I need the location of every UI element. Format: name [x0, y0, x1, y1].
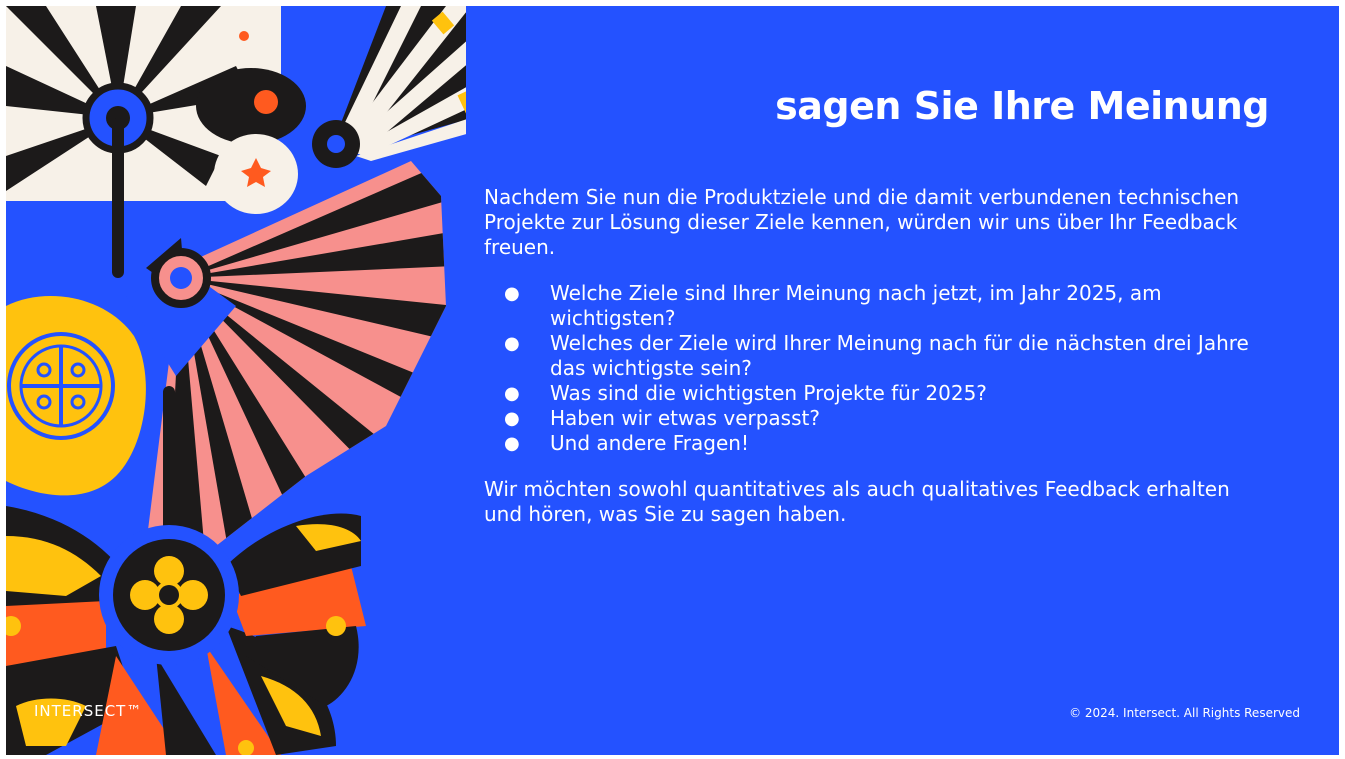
list-item: ● Haben wir etwas verpasst?	[484, 406, 1264, 431]
intro-paragraph: Nachdem Sie nun die Produktziele und die…	[484, 185, 1240, 259]
bullet-icon: ●	[504, 433, 520, 454]
medallion-icon	[6, 296, 146, 496]
question-list: ● Welche Ziele sind Ihrer Meinung nach je…	[484, 281, 1264, 456]
list-item-text: Haben wir etwas verpasst?	[550, 406, 820, 430]
pink-fan-icon	[126, 161, 446, 556]
slide: sagen Sie Ihre Meinung Nachdem Sie nun d…	[6, 6, 1339, 755]
decorative-fans-illustration	[6, 6, 466, 755]
bullet-icon: ●	[504, 333, 520, 354]
outro-paragraph: Wir möchten sowohl quantitatives als auc…	[484, 477, 1230, 526]
list-item-text: Welche Ziele sind Ihrer Meinung nach jet…	[550, 281, 1162, 330]
bullet-icon: ●	[504, 408, 520, 429]
list-item-text: Und andere Fragen!	[550, 431, 749, 455]
top-striped-fan-icon	[312, 6, 466, 168]
slide-body: Nachdem Sie nun die Produktziele und die…	[484, 185, 1264, 527]
bullet-icon: ●	[504, 383, 520, 404]
intersect-logo: INTERSECT™	[34, 702, 143, 720]
copyright-text: © 2024. Intersect. All Rights Reserved	[1069, 706, 1300, 720]
bullet-icon: ●	[504, 283, 520, 304]
list-item-text: Was sind die wichtigsten Projekte für 20…	[550, 381, 987, 405]
list-item-text: Welches der Ziele wird Ihrer Meinung nac…	[550, 331, 1249, 380]
list-item: ● Welches der Ziele wird Ihrer Meinung na…	[484, 331, 1264, 381]
list-item: ● Und andere Fragen!	[484, 431, 1264, 456]
slide-title: sagen Sie Ihre Meinung	[775, 84, 1269, 128]
list-item: ● Was sind die wichtigsten Projekte für 2…	[484, 381, 1264, 406]
list-item: ● Welche Ziele sind Ihrer Meinung nach je…	[484, 281, 1264, 331]
